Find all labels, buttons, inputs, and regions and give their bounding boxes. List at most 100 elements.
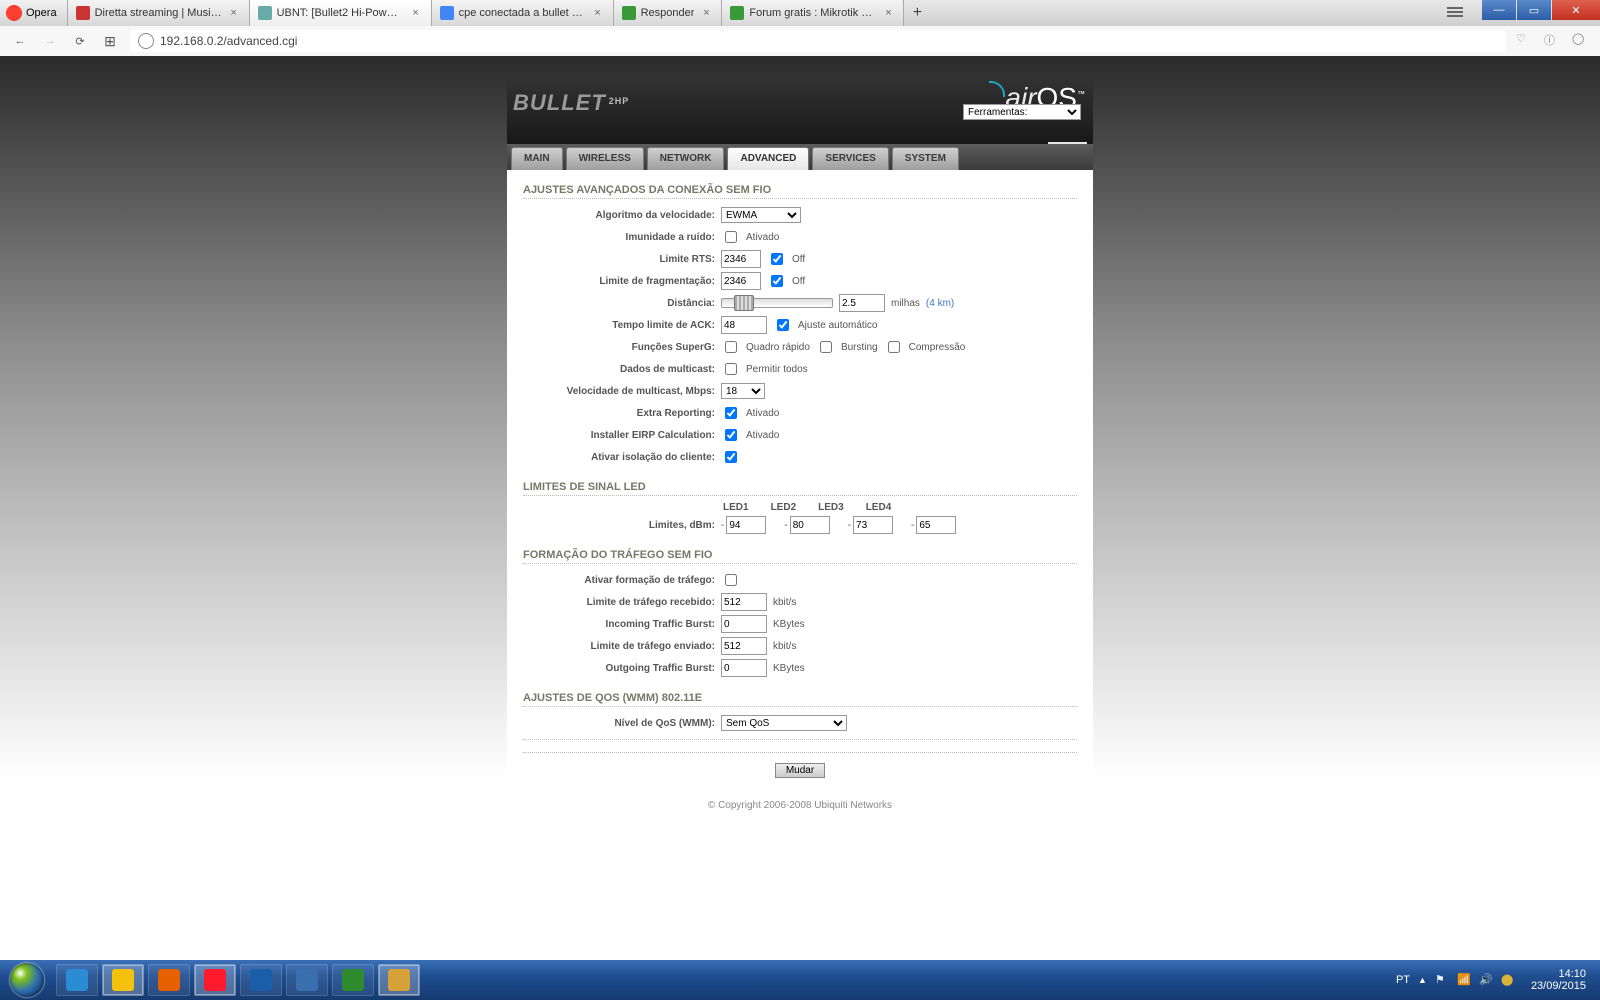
rts-input[interactable]: [721, 250, 761, 268]
browser-name: Opera: [26, 7, 57, 19]
superg-fast-checkbox[interactable]: [725, 341, 737, 353]
taskbar-app-tool-icon[interactable]: [286, 964, 328, 996]
nav-forward[interactable]: →: [40, 31, 60, 51]
nav-tab-system[interactable]: SYSTEM: [892, 147, 959, 170]
led1-input[interactable]: [726, 516, 766, 534]
tray-chevron-up-icon[interactable]: ▲: [1418, 975, 1427, 985]
isolation-label: Ativar isolação do cliente:: [523, 452, 721, 463]
browser-menu-button[interactable]: [1440, 3, 1470, 21]
mcast-data-label: Dados de multicast:: [523, 364, 721, 375]
led4-input[interactable]: [916, 516, 956, 534]
start-button[interactable]: [0, 960, 54, 1000]
tray-clock[interactable]: 14:10 23/09/2015: [1523, 968, 1594, 992]
slider-thumb[interactable]: [734, 295, 754, 311]
led2-input[interactable]: [790, 516, 830, 534]
extra-checkbox[interactable]: [725, 407, 737, 419]
rts-off-checkbox[interactable]: [771, 253, 783, 265]
nav-back[interactable]: ←: [10, 31, 30, 51]
browser-tab[interactable]: UBNT: [Bullet2 Hi-Power]… ×: [250, 0, 432, 26]
url-field[interactable]: 192.168.0.2/advanced.cgi: [130, 30, 1506, 52]
tab-favicon: [440, 6, 454, 20]
taskbar-app-green-icon[interactable]: [332, 964, 374, 996]
taskbar-paint-icon[interactable]: [378, 964, 420, 996]
frag-input[interactable]: [721, 272, 761, 290]
ack-input[interactable]: [721, 316, 767, 334]
tab-close-icon[interactable]: ×: [881, 6, 895, 20]
qos-label: Nível de QoS (WMM):: [523, 718, 721, 729]
user-icon[interactable]: ◯: [1572, 32, 1590, 50]
tray-flag-icon[interactable]: ⚑: [1435, 973, 1449, 987]
rts-label: Limite RTS:: [523, 254, 721, 265]
taskbar-firefox-icon[interactable]: [148, 964, 190, 996]
page-viewport: BULLET2HP airOS™ Ferramentas: Logout MAI…: [0, 56, 1600, 960]
qos-select[interactable]: Sem QoS: [721, 715, 847, 731]
superg-comp-checkbox[interactable]: [888, 341, 900, 353]
nav-apps[interactable]: ⊞: [100, 31, 120, 51]
tray-lang[interactable]: PT: [1396, 974, 1410, 986]
nav-reload[interactable]: ⟳: [70, 31, 90, 51]
tab-close-icon[interactable]: ×: [699, 6, 713, 20]
shape-in-input[interactable]: [721, 593, 767, 611]
mcast-rate-select[interactable]: 18: [721, 383, 765, 399]
nav-tab-main[interactable]: MAIN: [511, 147, 563, 170]
eirp-checkbox[interactable]: [725, 429, 737, 441]
nav-tab-wireless[interactable]: WIRELESS: [566, 147, 644, 170]
taskbar-app-blue-icon[interactable]: [240, 964, 282, 996]
shape-in-label: Limite de tráfego recebido:: [523, 597, 721, 608]
mcast-allow-checkbox[interactable]: [725, 363, 737, 375]
ack-auto-checkbox[interactable]: [777, 319, 789, 331]
distance-label: Distância:: [523, 298, 721, 309]
heart-icon[interactable]: ♡: [1516, 32, 1534, 50]
tray-shield-icon[interactable]: ⬤: [1501, 973, 1515, 987]
rate-alg-label: Algoritmo da velocidade:: [523, 210, 721, 221]
shape-out-input[interactable]: [721, 637, 767, 655]
noise-checkbox[interactable]: [725, 231, 737, 243]
shape-out-burst-input[interactable]: [721, 659, 767, 677]
taskbar-opera-icon[interactable]: [194, 964, 236, 996]
superg-burst-checkbox[interactable]: [820, 341, 832, 353]
tab-close-icon[interactable]: ×: [227, 6, 241, 20]
nav-tab-network[interactable]: NETWORK: [647, 147, 725, 170]
tab-close-icon[interactable]: ×: [409, 6, 423, 20]
frag-off-checkbox[interactable]: [771, 275, 783, 287]
browser-tab[interactable]: Diretta streaming | Music…×: [68, 0, 250, 26]
rate-alg-select[interactable]: EWMA: [721, 207, 801, 223]
browser-tab[interactable]: cpe conectada a bullet 2h…×: [432, 0, 614, 26]
eirp-label: Installer EIRP Calculation:: [523, 430, 721, 441]
tab-label: UBNT: [Bullet2 Hi-Power]…: [277, 7, 404, 19]
panel-header: BULLET2HP airOS™ Ferramentas: Logout: [507, 76, 1093, 144]
tools-dropdown[interactable]: Ferramentas:: [963, 104, 1081, 120]
window-minimize[interactable]: —: [1482, 0, 1516, 20]
submit-button[interactable]: Mudar: [775, 763, 825, 778]
tab-label: Forum gratis : Mikrotik Fo…: [749, 7, 876, 19]
nav-tab-advanced[interactable]: ADVANCED: [727, 147, 809, 170]
window-close[interactable]: ✕: [1552, 0, 1600, 20]
shape-in-burst-input[interactable]: [721, 615, 767, 633]
browser-badge[interactable]: Opera: [0, 0, 68, 26]
info-icon[interactable]: ⓘ: [1544, 32, 1562, 50]
nav-tab-services[interactable]: SERVICES: [812, 147, 888, 170]
isolation-checkbox[interactable]: [725, 451, 737, 463]
led-values: ----: [721, 516, 968, 534]
taskbar-ie-icon[interactable]: [56, 964, 98, 996]
superg-label: Funções SuperG:: [523, 342, 721, 353]
frag-label: Limite de fragmentação:: [523, 276, 721, 287]
tray-volume-icon[interactable]: 🔊: [1479, 973, 1493, 987]
shape-enable-checkbox[interactable]: [725, 574, 737, 586]
copyright: © Copyright 2006-2008 Ubiquiti Networks: [0, 800, 1600, 811]
led3-input[interactable]: [853, 516, 893, 534]
taskbar-chrome-icon[interactable]: [102, 964, 144, 996]
tab-close-icon[interactable]: ×: [591, 6, 605, 20]
distance-input[interactable]: [839, 294, 885, 312]
distance-slider[interactable]: [721, 298, 833, 308]
ack-label: Tempo limite de ACK:: [523, 320, 721, 331]
config-panel: BULLET2HP airOS™ Ferramentas: Logout MAI…: [507, 76, 1093, 790]
tray-network-icon[interactable]: 📶: [1457, 973, 1471, 987]
tab-label: Responder: [641, 7, 695, 19]
opera-icon: [6, 5, 22, 21]
window-maximize[interactable]: ▭: [1517, 0, 1551, 20]
new-tab-button[interactable]: +: [904, 0, 930, 26]
browser-tab[interactable]: Forum gratis : Mikrotik Fo… ×: [722, 0, 904, 26]
led-thr-label: Limites, dBm:: [523, 520, 721, 531]
browser-tab[interactable]: Responder ×: [614, 0, 723, 26]
